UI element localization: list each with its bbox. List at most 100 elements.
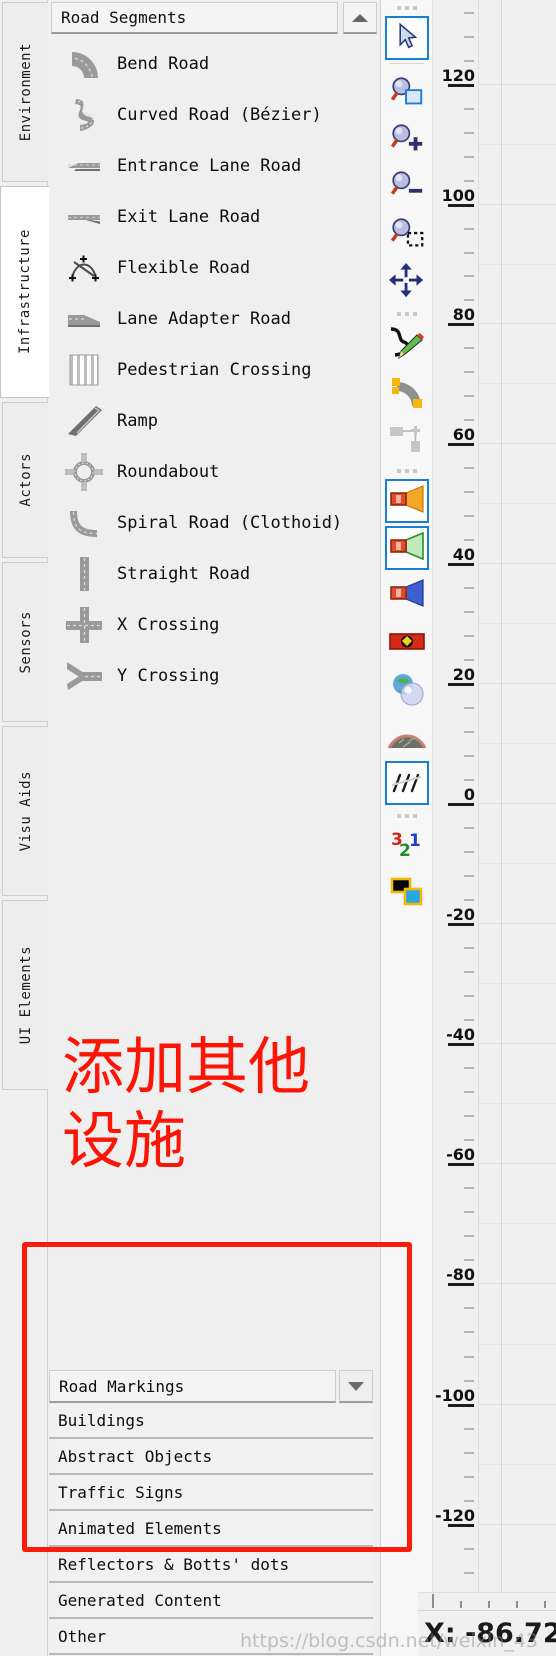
category-option[interactable]: Generated Content xyxy=(49,1584,373,1619)
layer-order-tool[interactable]: 321 xyxy=(385,824,429,868)
canvas-gridline-horizontal-minor xyxy=(479,863,556,864)
category-selected-value[interactable]: Road Markings xyxy=(49,1370,336,1403)
toolbar-drag-grip[interactable] xyxy=(381,465,432,477)
object-link-tool[interactable] xyxy=(385,416,429,460)
category-option[interactable]: Traffic Signs xyxy=(49,1476,373,1511)
palette-item[interactable]: Ramp xyxy=(51,395,377,446)
palette-item[interactable]: Bend Road xyxy=(51,38,377,89)
palette-item-label: Y Crossing xyxy=(117,665,220,686)
ruler-minor-tick xyxy=(464,779,474,781)
pan-move-tool[interactable] xyxy=(385,259,429,303)
palette-item[interactable]: Pedestrian Crossing xyxy=(51,344,377,395)
zoom-window-tool[interactable] xyxy=(385,71,429,115)
ruler-minor-tick xyxy=(464,1235,474,1237)
ruler-minor-tick xyxy=(464,731,474,733)
ruler-label: 20 xyxy=(452,665,475,684)
canvas-gridline-horizontal-minor xyxy=(479,983,556,984)
terrain-toggle[interactable] xyxy=(385,714,429,758)
edit-path-pencil-tool[interactable] xyxy=(385,322,429,366)
ruler-minor-tick xyxy=(464,899,474,901)
category-option[interactable]: Animated Elements xyxy=(49,1512,373,1547)
palette-item[interactable]: Curved Road (Bézier) xyxy=(51,89,377,140)
toolbar-group xyxy=(381,67,432,303)
scenario-canvas[interactable] xyxy=(479,0,556,1656)
ruler-minor-tick xyxy=(464,611,474,613)
exit-lane-road-icon xyxy=(61,194,107,240)
ruler-minor-tick xyxy=(464,1019,474,1021)
ruler-label: 80 xyxy=(452,305,475,324)
canvas-gridline-horizontal-minor xyxy=(479,144,556,145)
sidebar-tab-sensors[interactable]: Sensors xyxy=(2,562,48,722)
flexible-road-icon xyxy=(61,245,107,291)
palette-item[interactable]: Spiral Road (Clothoid) xyxy=(51,497,377,548)
canvas-gridline-horizontal-minor xyxy=(479,383,556,384)
straight-road-icon xyxy=(61,551,107,597)
palette-item[interactable]: Lane Adapter Road xyxy=(51,293,377,344)
ruler-minor-tick xyxy=(464,1067,474,1069)
toolbar-drag-grip[interactable] xyxy=(381,810,432,822)
palette-item[interactable]: Flexible Road xyxy=(51,242,377,293)
sensor-cone-orange-toggle[interactable] xyxy=(384,479,429,523)
sidebar-tab-ui-elements[interactable]: UI Elements xyxy=(2,900,48,1090)
sidebar-tab-actors[interactable]: Actors xyxy=(2,402,48,558)
sensor-cone-green-toggle[interactable] xyxy=(384,526,429,570)
toolbar-drag-grip[interactable] xyxy=(381,2,432,14)
ruler-minor-tick xyxy=(464,1187,474,1189)
category-combo-row[interactable]: Road Markings xyxy=(49,1370,373,1403)
roundabout-icon xyxy=(61,449,107,495)
category-option[interactable]: Other xyxy=(49,1620,373,1655)
palette-item-label: Roundabout xyxy=(117,461,220,482)
zoom-fit-tool[interactable] xyxy=(385,212,429,256)
category-option[interactable]: Abstract Objects xyxy=(49,1440,373,1475)
palette-title[interactable]: Road Segments xyxy=(51,2,338,34)
sidebar-tab-visu-aids[interactable]: Visu Aids xyxy=(2,726,48,896)
svg-text:1: 1 xyxy=(409,831,421,851)
palette-item[interactable]: Roundabout xyxy=(51,446,377,497)
category-option[interactable]: Reflectors & Botts' dots xyxy=(49,1548,373,1583)
ruler-label: -60 xyxy=(446,1145,475,1164)
sidebar-tab-infrastructure[interactable]: Infrastructure xyxy=(0,186,49,398)
canvas-gridline-vertical xyxy=(501,0,502,1656)
toolbar-drag-grip[interactable] xyxy=(381,308,432,320)
traffic-sign-toggle[interactable] xyxy=(385,620,429,664)
color-swatch-tool[interactable] xyxy=(385,871,429,915)
sidebar-tab-label: Visu Aids xyxy=(17,770,34,852)
sidebar-tab-environment[interactable]: Environment xyxy=(2,2,48,182)
select-cursor-tool[interactable] xyxy=(384,16,429,60)
palette-item[interactable]: X Crossing xyxy=(51,599,377,650)
sensor-cone-blue-toggle[interactable] xyxy=(385,573,429,617)
canvas-gridline-horizontal-minor xyxy=(479,263,556,265)
palette-item-label: Bend Road xyxy=(117,53,210,74)
spiral-road-icon xyxy=(61,500,107,546)
category-option[interactable]: Buildings xyxy=(49,1404,373,1439)
ruler-label: 60 xyxy=(452,425,475,444)
toolbar-group: 321 xyxy=(381,808,432,915)
road-segment-tool[interactable] xyxy=(385,369,429,413)
ruler-minor-tick xyxy=(464,419,474,421)
palette-item[interactable]: Exit Lane Road xyxy=(51,191,377,242)
environment-globe-toggle[interactable] xyxy=(385,667,429,711)
ruler-minor-tick xyxy=(464,755,474,757)
palette-item[interactable]: Entrance Lane Road xyxy=(51,140,377,191)
triangle-down-icon xyxy=(348,1381,364,1391)
ruler-minor-tick xyxy=(464,1139,474,1141)
ruler-minor-tick xyxy=(464,275,474,278)
palette-item[interactable]: Straight Road xyxy=(51,548,377,599)
palette-collapse-button[interactable] xyxy=(343,2,377,34)
cursor-coordinate-readout: X: -86.72 xyxy=(424,1618,556,1649)
vertical-ruler: 120 100 80 60 40 20 0 -20 -40 -60 -80 -100 -120 xyxy=(433,0,479,1656)
ruler-label: 100 xyxy=(441,186,475,205)
palette-item[interactable]: Y Crossing xyxy=(51,650,377,701)
ruler-label: -100 xyxy=(434,1386,475,1405)
sidebar-tab-label: Infrastructure xyxy=(17,229,33,355)
ruler-minor-tick xyxy=(464,1452,474,1454)
zoom-out-tool[interactable] xyxy=(385,165,429,209)
ruler-minor-tick xyxy=(464,635,474,637)
hruler-tick xyxy=(460,1601,462,1608)
palette-item-label: Straight Road xyxy=(117,563,251,584)
road-segment-item-list: Bend Road Curved Road (Bézier) Entrance La… xyxy=(51,38,377,701)
road-marking-toggle[interactable] xyxy=(384,761,429,805)
ruler-minor-tick xyxy=(464,851,474,853)
zoom-in-tool[interactable] xyxy=(385,118,429,162)
category-dropdown-button[interactable] xyxy=(339,1370,373,1403)
